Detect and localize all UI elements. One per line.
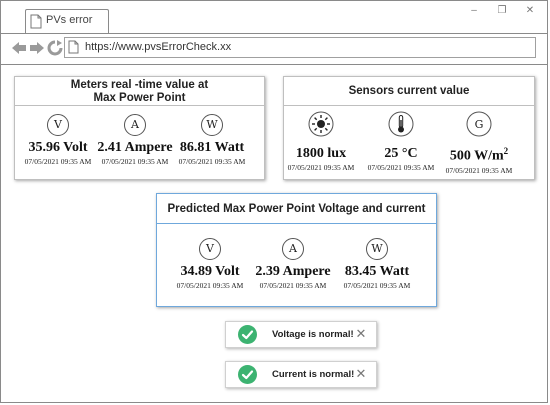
window-controls: – ❐ ✕: [469, 6, 535, 16]
meter-power-date: 07/05/2021 09:35 AM: [178, 157, 246, 166]
predicted-current: A 2.39 Ampere 07/05/2021 09:35 AM: [248, 238, 338, 290]
ammeter-icon: A: [282, 238, 304, 260]
voltmeter-icon: V: [47, 114, 69, 136]
predicted-title: Predicted Max Power Point Voltage and cu…: [167, 203, 426, 215]
predicted-power: W 83.45 Watt 07/05/2021 09:35 AM: [332, 238, 422, 290]
sensors-title: Sensors current value: [348, 85, 470, 97]
nav-divider: [1, 64, 547, 65]
sensor-light-date: 07/05/2021 09:35 AM: [287, 163, 355, 172]
meter-power: W 86.81 Watt 07/05/2021 09:35 AM: [167, 114, 257, 166]
current-notification-text: Current is normal!: [272, 369, 355, 380]
sensor-light: 1800 lux 07/05/2021 09:35 AM: [276, 111, 366, 172]
tab-title: PVs error: [46, 14, 93, 26]
predicted-voltage: V 34.89 Volt 07/05/2021 09:35 AM: [165, 238, 255, 290]
check-circle-icon: [238, 325, 257, 344]
close-icon[interactable]: ✕: [525, 6, 535, 16]
meter-power-value: 86.81 Watt: [179, 140, 245, 155]
browser-window: PVs error – ❐ ✕ https://www.pvsErrorChec…: [0, 0, 548, 403]
ammeter-icon: A: [124, 114, 146, 136]
wattmeter-icon: W: [366, 238, 388, 260]
predicted-current-date: 07/05/2021 09:35 AM: [259, 281, 327, 290]
meters-title-line1: Meters real -time value at: [70, 79, 209, 91]
check-circle-icon: [238, 365, 257, 384]
browser-tab[interactable]: PVs error: [25, 9, 109, 34]
title-bar: PVs error – ❐ ✕: [1, 1, 547, 34]
voltmeter-icon: V: [199, 238, 221, 260]
voltage-notification: Voltage is normal! ✕: [225, 321, 377, 348]
sensor-irradiance-value: 500 W/m2: [434, 146, 524, 165]
sun-icon: [308, 111, 334, 137]
page-icon: [30, 14, 42, 29]
predicted-voltage-value: 34.89 Volt: [180, 264, 240, 279]
forward-arrow-icon[interactable]: [29, 40, 45, 56]
predicted-card: Predicted Max Power Point Voltage and cu…: [156, 193, 437, 307]
sensor-temperature-value: 25 °C: [384, 146, 418, 161]
predicted-power-value: 83.45 Watt: [344, 264, 410, 279]
minimize-icon[interactable]: –: [469, 6, 479, 16]
sensors-card-title: Sensors current value: [284, 77, 534, 106]
close-icon[interactable]: ✕: [354, 327, 368, 341]
current-notification: Current is normal! ✕: [225, 361, 377, 388]
sensor-light-value: 1800 lux: [295, 146, 347, 161]
irradiance-g-icon: G: [466, 111, 492, 137]
predicted-card-title: Predicted Max Power Point Voltage and cu…: [157, 194, 436, 224]
meters-card-title: Meters real -time value at Max Power Poi…: [15, 77, 264, 106]
back-arrow-icon[interactable]: [11, 40, 27, 56]
sensor-irradiance: G 500 W/m2 07/05/2021 09:35 AM: [434, 111, 524, 175]
sensor-temperature: 25 °C 07/05/2021 09:35 AM: [356, 111, 446, 172]
sensor-irradiance-date: 07/05/2021 09:35 AM: [445, 165, 513, 175]
irradiance-unit-exponent: 2: [503, 146, 509, 156]
voltage-notification-text: Voltage is normal!: [272, 329, 354, 340]
refresh-icon[interactable]: [47, 40, 63, 56]
predicted-current-value: 2.39 Ampere: [255, 264, 331, 279]
address-bar[interactable]: https://www.pvsErrorCheck.xx: [64, 37, 536, 58]
meters-title-line2: Max Power Point: [93, 92, 186, 104]
predicted-voltage-date: 07/05/2021 09:35 AM: [176, 281, 244, 290]
sensor-temperature-date: 07/05/2021 09:35 AM: [367, 163, 435, 172]
restore-icon[interactable]: ❐: [497, 6, 507, 16]
predicted-power-date: 07/05/2021 09:35 AM: [343, 281, 411, 290]
thermometer-icon: [388, 111, 414, 137]
page-icon: [68, 40, 79, 54]
irradiance-symbol: G: [475, 118, 484, 131]
wattmeter-icon: W: [201, 114, 223, 136]
close-icon[interactable]: ✕: [354, 367, 368, 381]
irradiance-value-text: 500 W/m: [449, 148, 504, 164]
meters-card: Meters real -time value at Max Power Poi…: [14, 76, 265, 180]
url-text[interactable]: https://www.pvsErrorCheck.xx: [85, 41, 231, 53]
navigation-bar: https://www.pvsErrorCheck.xx: [1, 34, 547, 62]
sensors-card: Sensors current value 1800 lux 07/05/202…: [283, 76, 535, 180]
